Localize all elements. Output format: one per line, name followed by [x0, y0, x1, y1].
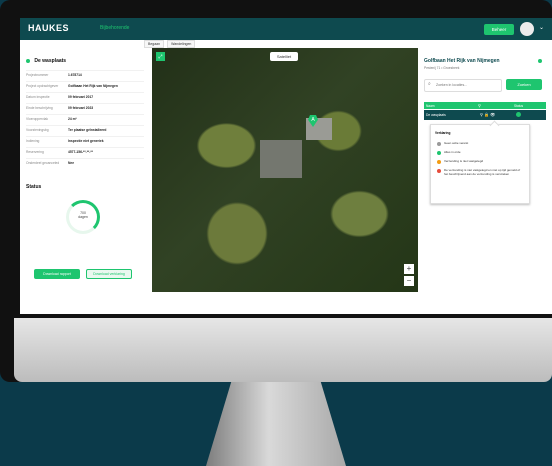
- zoom-in-button[interactable]: +: [404, 264, 414, 274]
- download-checklist-button[interactable]: Download verklaring: [86, 269, 132, 279]
- top-bar: HAUKES Bijbehorende Beheer ⌄: [20, 18, 552, 40]
- field-value: 24 m²: [68, 117, 77, 121]
- legend-dot: [437, 150, 441, 155]
- field-value: Nee: [68, 161, 75, 165]
- field-value: Inspectie niet generiek: [68, 139, 104, 143]
- location-title: Golfbaan Het Rijk van Nijmegen: [424, 58, 500, 64]
- satellite-map[interactable]: ⤢ Satelliet A + −: [152, 48, 418, 292]
- field-projectnummer: Projectnummer 1.678714: [26, 70, 144, 79]
- column-header-name: Naam: [426, 104, 435, 108]
- expand-icon[interactable]: ⤢: [156, 52, 165, 61]
- field-value: Golfbaan Het Rijk van Nijmegen: [68, 84, 118, 88]
- field-project-opdrachtgever: Project opdrachtgever Golfbaan Het Rijk …: [26, 81, 144, 90]
- field-label: Project opdrachtgever: [26, 84, 59, 88]
- field-datum-inspectie: Datum inspectie 09 februari 2017: [26, 92, 144, 101]
- row-status-dot[interactable]: [516, 112, 521, 117]
- status-title: Status: [26, 184, 42, 190]
- search-icon: ⌕: [428, 81, 431, 87]
- table-row[interactable]: De wasplaats ⚲ 🔒 👁: [424, 110, 546, 120]
- field-indiening: Indiening Inspectie niet generiek: [26, 136, 144, 145]
- tabs: Begaan Wandelingen: [144, 40, 197, 48]
- download-report-button[interactable]: Download rapport: [34, 269, 80, 279]
- tab-wandelingen[interactable]: Wandelingen: [167, 40, 196, 48]
- field-einde-beschrijving: Einde beschrijving 09 februari 2023: [26, 103, 144, 112]
- row-action-icons[interactable]: ⚲ 🔒 👁: [480, 112, 495, 117]
- status-value: 700 dagen: [69, 211, 97, 219]
- field-label: Projectnummer: [26, 73, 49, 77]
- column-header-location-icon: ⚲: [478, 103, 481, 108]
- right-panel: Golfbaan Het Rijk van Nijmegen Pestenij …: [418, 48, 552, 314]
- field-value: 09 februari 2017: [68, 95, 94, 99]
- legend-dot: [437, 159, 441, 164]
- monitor-stand: [206, 382, 346, 466]
- monitor-chin: [14, 318, 552, 382]
- field-value: 1.678714: [68, 73, 82, 77]
- left-panel: De wasplaats Projectnummer 1.678714 Proj…: [20, 48, 150, 296]
- legend-text: Geen actie vereist: [444, 141, 469, 145]
- legend-text: De verzending is niet vastgelegd en niet…: [444, 168, 521, 176]
- field-label: Voorzieningsbg: [26, 128, 49, 132]
- beheer-button[interactable]: Beheer: [484, 24, 514, 35]
- tooltip-arrow-icon: [489, 120, 500, 131]
- section-title: De wasplaats: [26, 58, 66, 64]
- search-input[interactable]: [436, 81, 498, 89]
- field-label: Reservering: [26, 150, 44, 154]
- field-reservering: Reservering 4577-156-**-**-**: [26, 147, 144, 156]
- field-value: 09 februari 2023: [68, 106, 94, 110]
- location-subtitle: Pestenij 71 • Groesbeek: [424, 66, 460, 70]
- legend-dot: [437, 168, 441, 173]
- field-label: Datum inspectie: [26, 95, 50, 99]
- status-progress-ring: 700 dagen: [66, 200, 100, 234]
- nav-item-active[interactable]: Bijbehorende: [100, 25, 129, 31]
- field-voorzieningsbg: Voorzieningsbg Ter plaatse geïnstalleerd: [26, 125, 144, 134]
- status-dot: [26, 58, 30, 63]
- field-value: 4577-156-**-**-**: [68, 150, 93, 154]
- avatar-caret-icon[interactable]: ⌄: [539, 24, 544, 31]
- avatar[interactable]: [520, 22, 534, 36]
- location-status-dot: [538, 59, 542, 63]
- legend-text: Verzending is niet vastgelegd: [444, 159, 484, 163]
- legend-text: Alles in orde: [444, 150, 461, 154]
- field-label: Vloeroppervlak: [26, 117, 48, 121]
- tab-begaan[interactable]: Begaan: [144, 40, 165, 48]
- search-box[interactable]: ⌕: [424, 79, 502, 92]
- screen: HAUKES Bijbehorende Beheer ⌄ Begaan Wand…: [20, 18, 552, 314]
- status-unit: dagen: [78, 215, 88, 219]
- legend-title: Verklaring: [435, 131, 451, 135]
- column-header-status: Status: [514, 104, 524, 108]
- field-label: Indiening: [26, 139, 40, 143]
- field-value: Ter plaatse geïnstalleerd: [68, 128, 107, 132]
- left-panel-title: De wasplaats: [34, 58, 67, 64]
- legend-tooltip: Verklaring Geen actie vereist Alles in o…: [430, 120, 530, 204]
- search-button[interactable]: Zoeken: [506, 79, 542, 90]
- map-building: [260, 140, 302, 178]
- row-name: De wasplaats: [426, 113, 446, 117]
- field-onderdeel-gecanceled: Onderdeel gecanceled Nee: [26, 158, 144, 167]
- logo-text: HAUKES: [28, 23, 70, 33]
- table-header: Naam ⚲ Status: [424, 102, 546, 109]
- zoom-out-button[interactable]: −: [404, 276, 414, 286]
- field-label: Onderdeel gecanceled: [26, 161, 60, 165]
- logo: HAUKES: [28, 23, 94, 35]
- legend-dot: [437, 141, 441, 146]
- field-label: Einde beschrijving: [26, 106, 53, 110]
- field-vloeroppervlak: Vloeroppervlak 24 m²: [26, 114, 144, 123]
- map-type-selector[interactable]: Satelliet: [270, 52, 298, 61]
